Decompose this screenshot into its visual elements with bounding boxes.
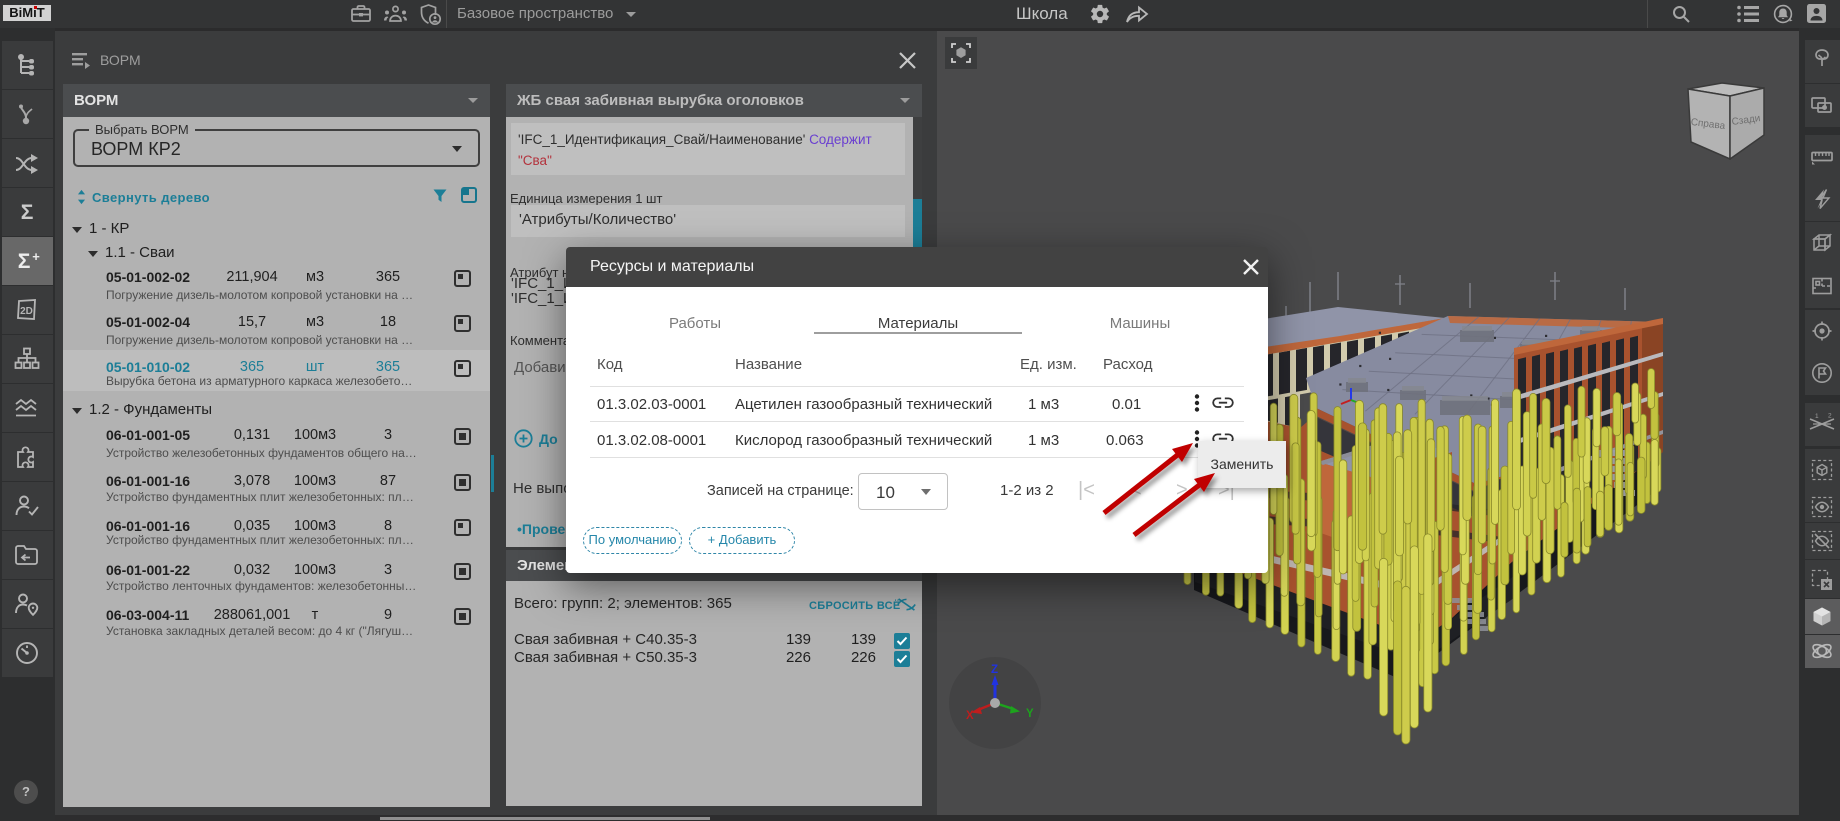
svg-text:X: X <box>966 710 974 722</box>
svg-text:Σ: Σ <box>21 201 34 224</box>
svg-text:1: 1 <box>1815 413 1819 420</box>
svg-text:Z: Z <box>991 664 998 676</box>
svg-text:+: + <box>32 249 40 264</box>
svg-text:2D: 2D <box>20 306 33 317</box>
svg-text:Σ: Σ <box>18 250 31 273</box>
svg-text:Y: Y <box>1026 708 1034 720</box>
svg-text:2: 2 <box>1828 413 1832 420</box>
